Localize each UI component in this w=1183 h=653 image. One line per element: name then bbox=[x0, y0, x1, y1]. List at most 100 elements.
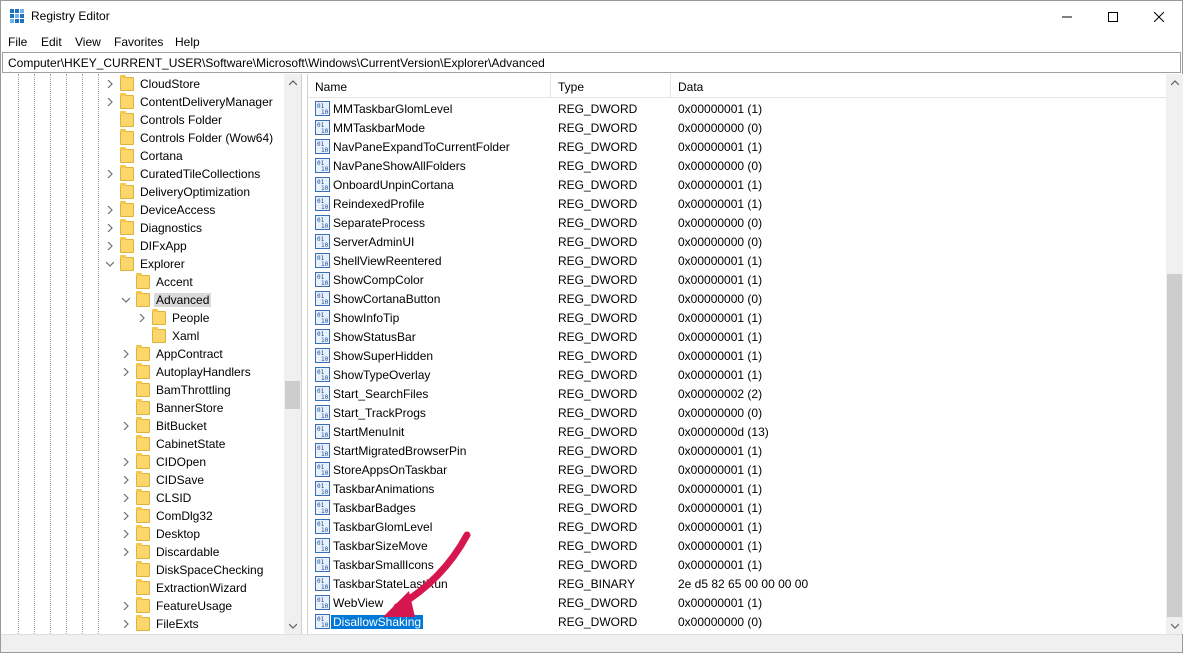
chevron-right-icon[interactable] bbox=[122, 512, 130, 520]
tree-item[interactable]: FileExts bbox=[2, 615, 284, 633]
tree-item[interactable]: CIDOpen bbox=[2, 453, 284, 471]
chevron-right-icon[interactable] bbox=[106, 98, 114, 106]
chevron-right-icon[interactable] bbox=[122, 458, 130, 466]
list-scroll-down-button[interactable] bbox=[1166, 617, 1183, 634]
table-row[interactable]: 01 10 MMTaskbarGlomLevel REG_DWORD 0x0000000… bbox=[308, 99, 1166, 118]
table-row[interactable]: 01 10 StartMigratedBrowserPin REG_DWORD 0x00… bbox=[308, 441, 1166, 460]
chevron-right-icon[interactable] bbox=[122, 548, 130, 556]
table-row[interactable]: 01 10 TaskbarGlomLevel REG_DWORD 0x00000001 … bbox=[308, 517, 1166, 536]
table-row[interactable]: 01 10 TaskbarSizeMove REG_DWORD 0x00000001 (… bbox=[308, 536, 1166, 555]
list-scrollbar[interactable] bbox=[1166, 74, 1183, 634]
table-row[interactable]: 01 10 ShellViewReentered REG_DWORD 0x0000000… bbox=[308, 251, 1166, 270]
title-bar[interactable]: Registry Editor bbox=[1, 1, 1182, 32]
tree-item[interactable]: CuratedTileCollections bbox=[2, 165, 284, 183]
minimize-button[interactable] bbox=[1044, 1, 1090, 32]
chevron-right-icon[interactable] bbox=[122, 620, 130, 628]
tree-item[interactable]: FeatureUsage bbox=[2, 597, 284, 615]
chevron-right-icon[interactable] bbox=[122, 350, 130, 358]
table-row[interactable]: 01 10 MMTaskbarMode REG_DWORD 0x00000000 (0) bbox=[308, 118, 1166, 137]
table-row[interactable]: 01 10 ShowInfoTip REG_DWORD 0x00000001 (1) bbox=[308, 308, 1166, 327]
table-row[interactable]: 01 10 ShowStatusBar REG_DWORD 0x00000001 (1) bbox=[308, 327, 1166, 346]
tree-item[interactable]: Controls Folder bbox=[2, 111, 284, 129]
values-list-pane[interactable]: Name Type Data 01 10 MMTaskbarGlomLevel REG… bbox=[307, 74, 1166, 634]
table-row[interactable]: 01 10 DisallowShaking REG_DWORD 0x00000000 (… bbox=[308, 612, 1166, 631]
tree-item[interactable]: CIDSave bbox=[2, 471, 284, 489]
table-row[interactable]: 01 10 TaskbarAnimations REG_DWORD 0x00000001… bbox=[308, 479, 1166, 498]
chevron-right-icon[interactable] bbox=[106, 224, 114, 232]
chevron-right-icon[interactable] bbox=[122, 476, 130, 484]
menu-favorites[interactable]: Favorites bbox=[114, 35, 163, 49]
tree-item[interactable]: DeliveryOptimization bbox=[2, 183, 284, 201]
table-row[interactable]: 01 10 ShowCortanaButton REG_DWORD 0x00000000… bbox=[308, 289, 1166, 308]
tree-item[interactable]: CloudStore bbox=[2, 75, 284, 93]
tree-item[interactable]: BitBucket bbox=[2, 417, 284, 435]
table-row[interactable]: 01 10 StoreAppsOnTaskbar REG_DWORD 0x0000000… bbox=[308, 460, 1166, 479]
tree-item[interactable]: DeviceAccess bbox=[2, 201, 284, 219]
table-row[interactable]: 01 10 SeparateProcess REG_DWORD 0x00000000 (… bbox=[308, 213, 1166, 232]
tree-item[interactable]: CabinetState bbox=[2, 435, 284, 453]
chevron-right-icon[interactable] bbox=[106, 80, 114, 88]
tree-scroll-up-button[interactable] bbox=[284, 74, 301, 91]
tree-scroll-thumb[interactable] bbox=[285, 381, 300, 409]
chevron-right-icon[interactable] bbox=[138, 314, 146, 322]
tree-scrollbar[interactable] bbox=[284, 74, 301, 634]
tree-item[interactable]: People bbox=[2, 309, 284, 327]
tree-item[interactable]: Discardable bbox=[2, 543, 284, 561]
key-tree-pane[interactable]: CloudStore ContentDeliveryManager Controls… bbox=[2, 74, 301, 634]
close-button[interactable] bbox=[1136, 1, 1182, 32]
table-row[interactable]: 01 10 TaskbarSmallIcons REG_DWORD 0x00000001… bbox=[308, 555, 1166, 574]
table-row[interactable]: 01 10 ReindexedProfile REG_DWORD 0x00000001 … bbox=[308, 194, 1166, 213]
menu-file[interactable]: File bbox=[8, 35, 27, 49]
table-row[interactable]: 01 10 WebView REG_DWORD 0x00000001 (1) bbox=[308, 593, 1166, 612]
table-row[interactable]: 01 10 Start_SearchFiles REG_DWORD 0x00000002… bbox=[308, 384, 1166, 403]
table-row[interactable]: 01 10 NavPaneExpandToCurrentFolder REG_DWOR… bbox=[308, 137, 1166, 156]
tree-item[interactable]: BamThrottling bbox=[2, 381, 284, 399]
tree-item[interactable]: Xaml bbox=[2, 327, 284, 345]
menu-view[interactable]: View bbox=[75, 35, 101, 49]
tree-item[interactable]: Desktop bbox=[2, 525, 284, 543]
chevron-right-icon[interactable] bbox=[122, 494, 130, 502]
column-header-name[interactable]: Name bbox=[308, 74, 551, 98]
column-header-type[interactable]: Type bbox=[551, 74, 671, 98]
table-row[interactable]: 01 10 ShowSuperHidden REG_DWORD 0x00000001 (… bbox=[308, 346, 1166, 365]
table-row[interactable]: 01 10 OnboardUnpinCortana REG_DWORD 0x000000… bbox=[308, 175, 1166, 194]
chevron-right-icon[interactable] bbox=[106, 170, 114, 178]
table-row[interactable]: 01 10 ShowTypeOverlay REG_DWORD 0x00000001 (… bbox=[308, 365, 1166, 384]
tree-item[interactable]: Controls Folder (Wow64) bbox=[2, 129, 284, 147]
tree-item[interactable]: DiskSpaceChecking bbox=[2, 561, 284, 579]
tree-item[interactable]: Diagnostics bbox=[2, 219, 284, 237]
table-row[interactable]: 01 10 StartMenuInit REG_DWORD 0x0000000d (13… bbox=[308, 422, 1166, 441]
menu-edit[interactable]: Edit bbox=[41, 35, 62, 49]
table-row[interactable]: 01 10 Start_TrackProgs REG_DWORD 0x00000000 … bbox=[308, 403, 1166, 422]
list-scroll-up-button[interactable] bbox=[1166, 74, 1183, 91]
tree-item[interactable]: DIFxApp bbox=[2, 237, 284, 255]
tree-item[interactable]: Advanced bbox=[2, 291, 284, 309]
column-header-data[interactable]: Data bbox=[671, 74, 1161, 98]
tree-item[interactable]: BannerStore bbox=[2, 399, 284, 417]
address-bar[interactable]: Computer\HKEY_CURRENT_USER\Software\Micr… bbox=[2, 52, 1181, 73]
tree-item[interactable]: ExtractionWizard bbox=[2, 579, 284, 597]
chevron-right-icon[interactable] bbox=[122, 530, 130, 538]
chevron-down-icon[interactable] bbox=[106, 260, 114, 268]
menu-help[interactable]: Help bbox=[175, 35, 200, 49]
tree-item[interactable]: Cortana bbox=[2, 147, 284, 165]
table-row[interactable]: 01 10 ShowCompColor REG_DWORD 0x00000001 (1) bbox=[308, 270, 1166, 289]
tree-item[interactable]: AutoplayHandlers bbox=[2, 363, 284, 381]
chevron-down-icon[interactable] bbox=[122, 296, 130, 304]
maximize-button[interactable] bbox=[1090, 1, 1136, 32]
tree-item[interactable]: ComDlg32 bbox=[2, 507, 284, 525]
table-row[interactable]: 01 10 ServerAdminUI REG_DWORD 0x00000000 (0) bbox=[308, 232, 1166, 251]
chevron-right-icon[interactable] bbox=[122, 602, 130, 610]
list-scroll-thumb[interactable] bbox=[1167, 274, 1182, 617]
chevron-right-icon[interactable] bbox=[106, 206, 114, 214]
tree-item[interactable]: Explorer bbox=[2, 255, 284, 273]
tree-item[interactable]: CLSID bbox=[2, 489, 284, 507]
tree-scroll-down-button[interactable] bbox=[284, 617, 301, 634]
chevron-right-icon[interactable] bbox=[122, 368, 130, 376]
tree-item[interactable]: AppContract bbox=[2, 345, 284, 363]
tree-item[interactable]: Accent bbox=[2, 273, 284, 291]
table-row[interactable]: 01 10 TaskbarStateLastRun REG_BINARY 2e d5 8… bbox=[308, 574, 1166, 593]
tree-item[interactable]: ContentDeliveryManager bbox=[2, 93, 284, 111]
chevron-right-icon[interactable] bbox=[106, 242, 114, 250]
address-path[interactable]: Computer\HKEY_CURRENT_USER\Software\Micr… bbox=[8, 56, 545, 70]
